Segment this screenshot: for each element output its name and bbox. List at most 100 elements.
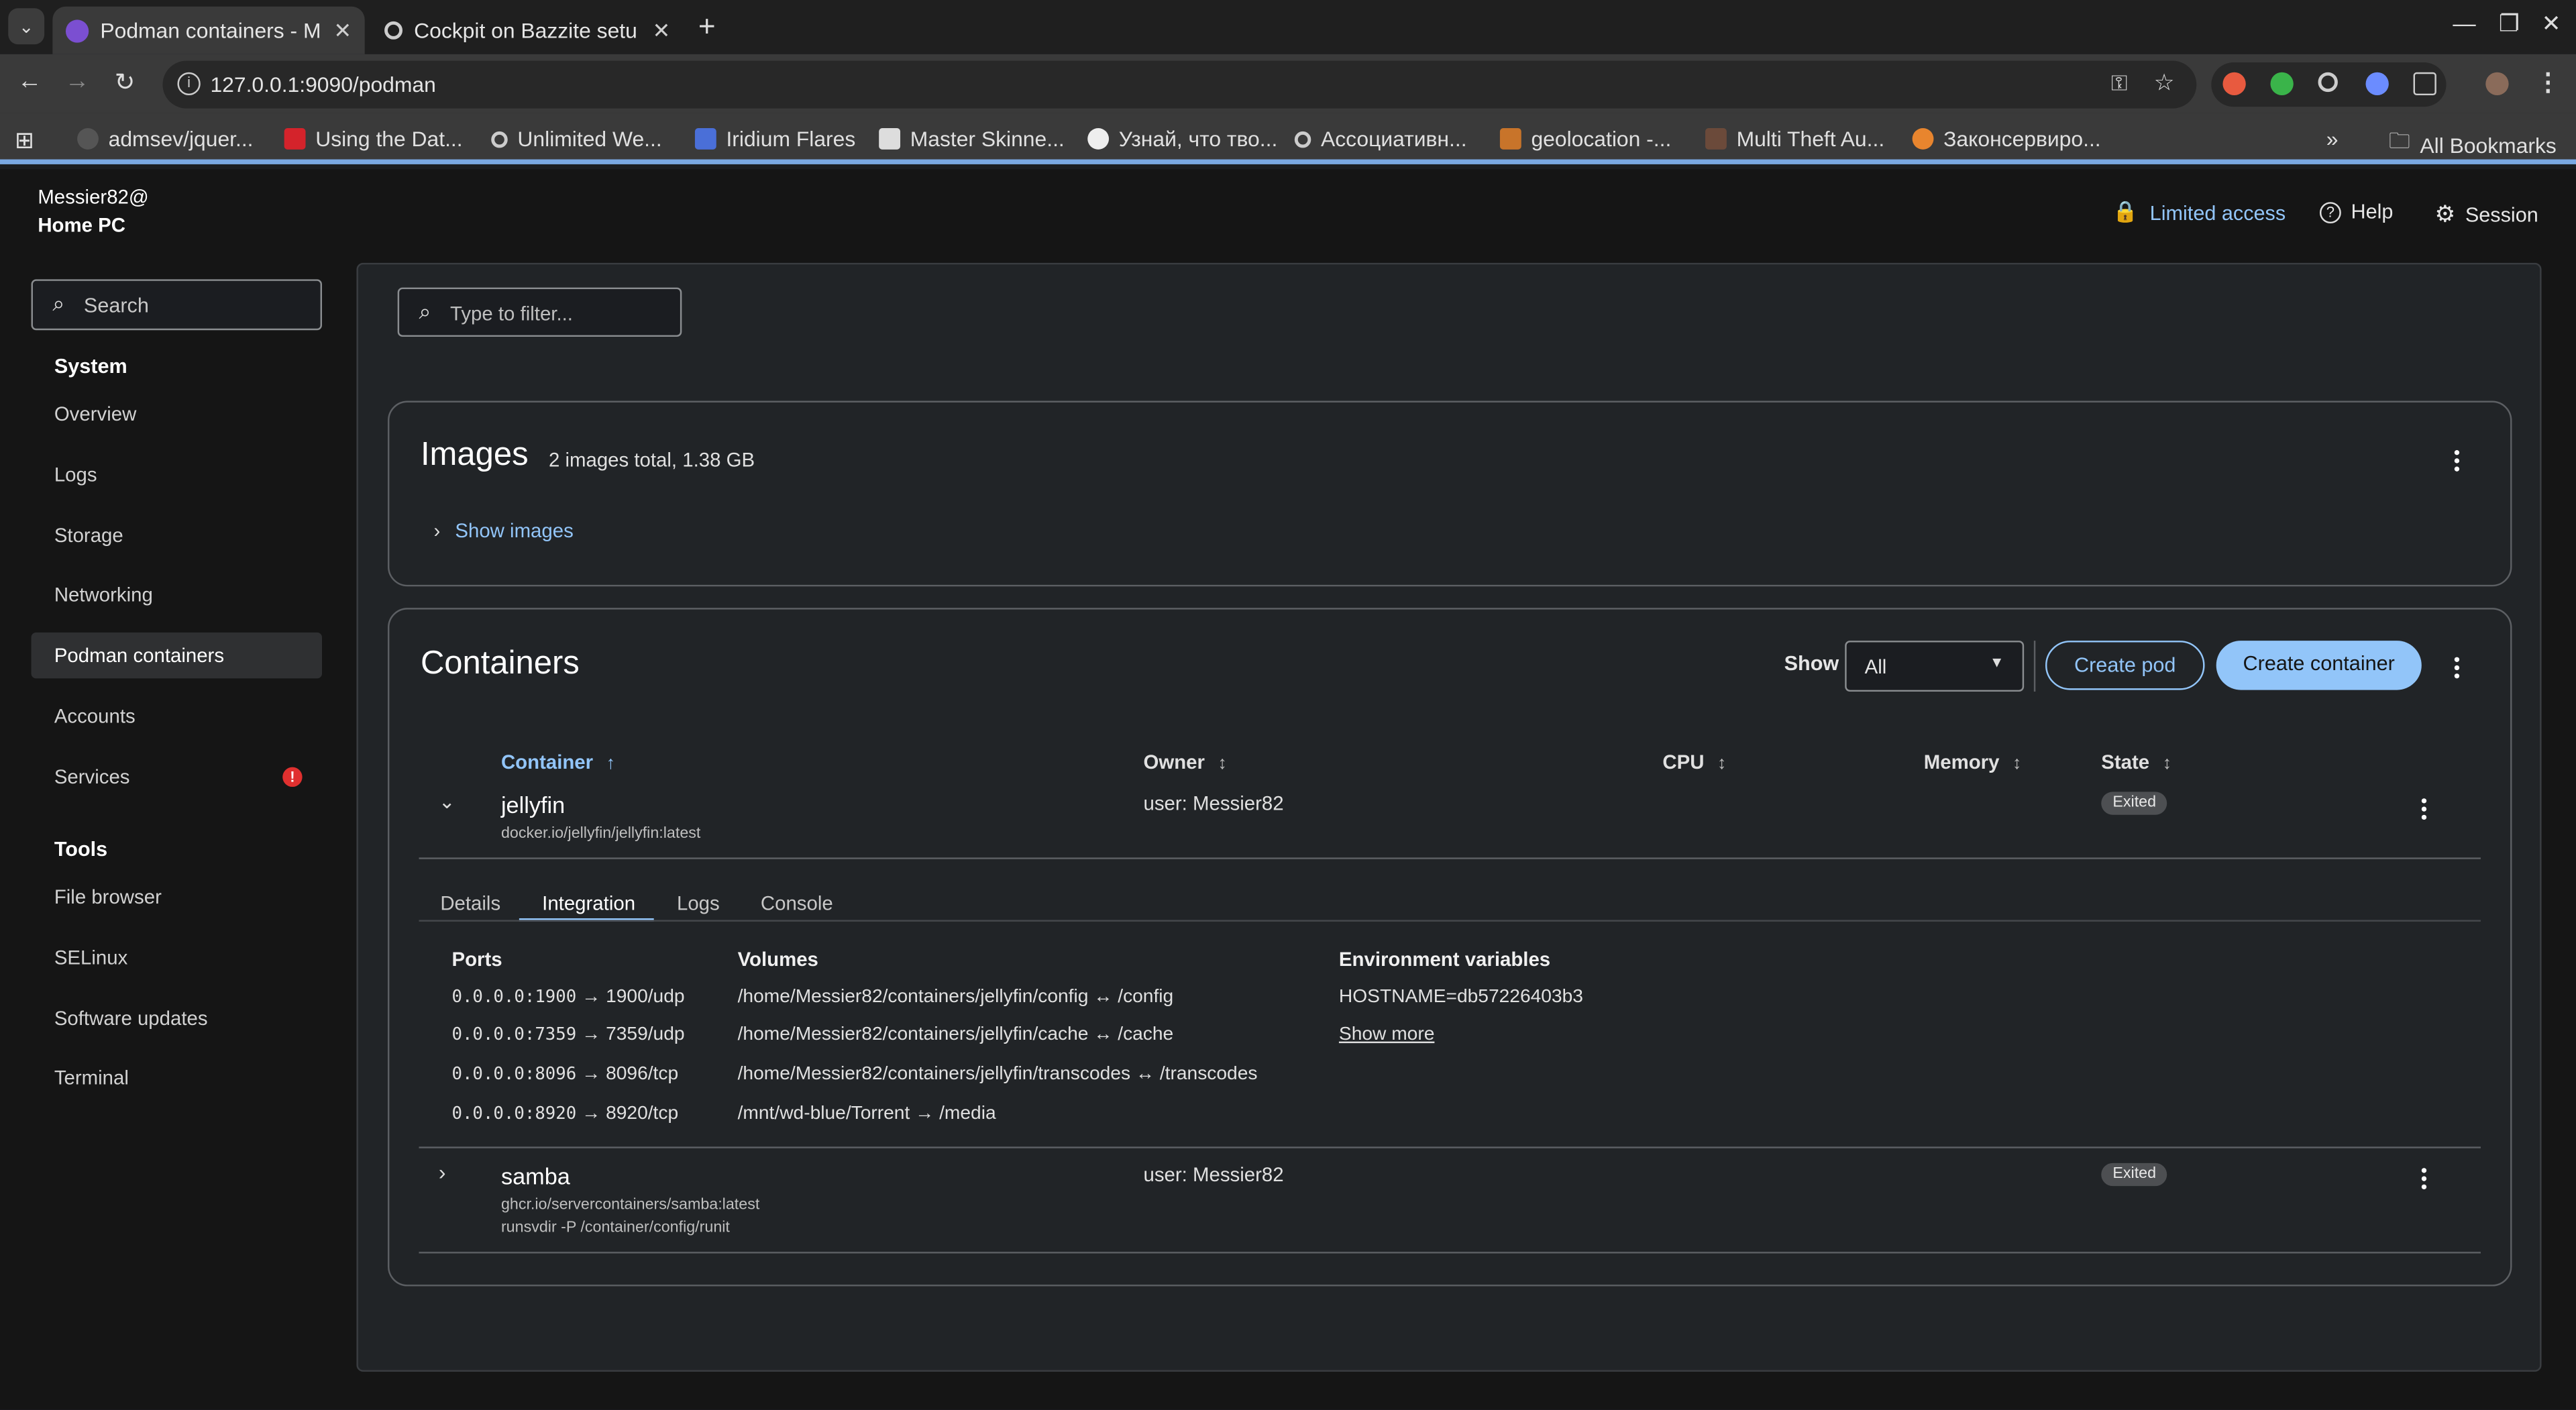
sidebar-item-overview[interactable]: Overview — [32, 391, 322, 437]
bookmark-favicon-icon — [879, 128, 901, 150]
more-bookmarks-chevron-icon[interactable]: » — [2326, 127, 2339, 152]
host-switcher[interactable]: Messier82@ Home PC — [38, 184, 148, 239]
port-mapping: 0.0.0.0:1900 → 1900/udp — [451, 987, 685, 1008]
row-kebab-menu-icon[interactable] — [2415, 1168, 2431, 1193]
browser-menu-icon[interactable]: ⋮ — [2532, 67, 2565, 97]
tab-logs[interactable]: Logs — [677, 892, 720, 915]
help-button[interactable]: ? Help — [2319, 201, 2393, 223]
tab-cockpit-bazzite[interactable]: Cockpit on Bazzite setu ✕ — [371, 7, 683, 54]
target-extension-icon[interactable] — [2318, 72, 2338, 93]
close-tab-icon[interactable]: ✕ — [333, 18, 352, 44]
container-image: docker.io/jellyfin/jellyfin:latest — [500, 824, 701, 843]
create-pod-button[interactable]: Create pod — [2045, 641, 2205, 690]
bookmark-item[interactable]: Законсервиро... — [1912, 127, 2101, 151]
all-bookmarks[interactable]: 🗀 All Bookmarks — [2389, 127, 2557, 163]
forward-arrow-icon[interactable]: → — [61, 67, 94, 95]
show-images-toggle[interactable]: › Show images — [434, 519, 574, 542]
create-container-button[interactable]: Create container — [2216, 641, 2422, 690]
apps-grid-icon[interactable]: ⊞ — [15, 127, 34, 155]
restore-icon[interactable]: ❐ — [2499, 10, 2520, 38]
bookmark-star-icon[interactable]: ☆ — [2154, 69, 2175, 97]
tab-console[interactable]: Console — [761, 892, 833, 915]
bookmark-item[interactable]: geolocation -... — [1499, 127, 1671, 151]
bookmark-item[interactable]: Unlimited We... — [491, 127, 662, 151]
column-header-owner[interactable]: Owner ↕ — [1143, 751, 1227, 773]
tab-details[interactable]: Details — [440, 892, 500, 915]
bookmark-item[interactable]: Master Skinne... — [879, 127, 1065, 151]
address-bar[interactable]: i 127.0.0.1:9090/podman ⚿ ☆ — [162, 60, 2197, 109]
sidebar-item-logs[interactable]: Logs — [32, 451, 322, 498]
containers-title: Containers — [420, 645, 580, 682]
env-heading: Environment variables — [1338, 948, 1551, 971]
volume-mapping: /home/Messier82/containers/jellyfin/tran… — [737, 1064, 1258, 1085]
bookmark-item[interactable]: Iridium Flares — [694, 127, 855, 151]
bookmark-favicon-icon — [694, 128, 716, 150]
sidebar-item-file-browser[interactable]: File browser — [32, 874, 322, 920]
limited-access-button[interactable]: 🔒 Limited access — [2112, 201, 2286, 225]
caret-down-icon: ▼ — [1989, 653, 2004, 671]
show-filter-select[interactable]: All ▼ — [1845, 641, 2025, 692]
back-arrow-icon[interactable]: ← — [13, 67, 46, 95]
volume-mapping: /mnt/wd-blue/Torrent → /media — [737, 1103, 996, 1124]
filter-input[interactable]: ⌕ Type to filter... — [397, 287, 682, 337]
sidebar-item-services[interactable]: Services ! — [32, 754, 322, 800]
profile-avatar[interactable] — [2485, 72, 2509, 96]
container-name-jellyfin[interactable]: jellyfin — [501, 792, 565, 818]
new-tab-plus-icon[interactable]: + — [698, 10, 716, 44]
sidebar-search-input[interactable]: ⌕ Search — [31, 279, 323, 331]
column-header-container[interactable]: Container ↑ — [501, 751, 615, 773]
minimize-icon[interactable]: — — [2453, 10, 2475, 36]
chevron-right-icon: › — [433, 519, 441, 543]
bookmark-item[interactable]: Multi Theft Au... — [1705, 127, 1884, 151]
extension-icon[interactable] — [2365, 72, 2389, 96]
tab-integration[interactable]: Integration — [542, 892, 635, 915]
status-badge: Exited — [2101, 1162, 2168, 1187]
sidebar-item-podman-containers[interactable]: Podman containers — [31, 632, 323, 679]
column-header-memory[interactable]: Memory ↕ — [1924, 751, 2022, 773]
container-name-samba[interactable]: samba — [501, 1163, 570, 1189]
bookmark-item[interactable]: Using the Dat... — [284, 127, 463, 151]
sidebar-item-selinux[interactable]: SELinux — [32, 934, 322, 981]
bookmark-item[interactable]: Узнай, что тво... — [1087, 127, 1277, 151]
key-icon[interactable]: ⚿ — [2111, 70, 2127, 97]
sidebar-item-terminal[interactable]: Terminal — [32, 1054, 322, 1101]
reload-icon[interactable]: ↻ — [109, 67, 142, 97]
puzzle-extensions-icon[interactable] — [2413, 72, 2436, 96]
sidebar-item-networking[interactable]: Networking — [32, 572, 322, 618]
images-kebab-menu-icon[interactable] — [2448, 450, 2464, 475]
tab-podman-containers[interactable]: Podman containers - M ✕ — [52, 6, 365, 54]
help-icon: ? — [2319, 201, 2341, 223]
sidebar-item-storage[interactable]: Storage — [32, 512, 322, 559]
collapse-chevron-down-icon[interactable]: ⌄ — [439, 790, 455, 813]
sidebar-item-software-updates[interactable]: Software updates — [32, 995, 322, 1042]
bookmark-favicon-icon — [1087, 128, 1110, 150]
port-mapping: 0.0.0.0:8096 → 8096/tcp — [451, 1064, 679, 1085]
images-card: Images 2 images total, 1.38 GB › Show ima… — [387, 400, 2512, 587]
containers-kebab-menu-icon[interactable] — [2448, 657, 2464, 682]
shield-extension-icon[interactable] — [2270, 72, 2294, 96]
tab-title: Podman containers - M — [100, 17, 321, 43]
row-divider — [419, 857, 2481, 859]
show-more-link[interactable]: Show more — [1339, 1025, 1434, 1044]
main-content: ⌕ Type to filter... Images 2 images tota… — [356, 262, 2542, 1372]
column-header-state[interactable]: State ↕ — [2101, 751, 2171, 773]
expand-chevron-right-icon[interactable]: › — [439, 1160, 446, 1185]
close-window-icon[interactable]: ✕ — [2542, 10, 2561, 38]
bookmark-item[interactable]: admsev/jquer... — [77, 127, 254, 151]
bookmark-item[interactable]: Ассоциативн... — [1294, 127, 1467, 151]
nav-heading-system: System — [54, 354, 127, 378]
row-kebab-menu-icon[interactable] — [2415, 798, 2431, 823]
sidebar-item-accounts[interactable]: Accounts — [32, 693, 322, 739]
sort-ascending-icon: ↑ — [606, 754, 616, 774]
tab-search-icon[interactable]: ⌄ — [8, 8, 45, 45]
session-button[interactable]: ⚙ Session — [2434, 201, 2538, 229]
env-variable: HOSTNAME=db57226403b3 — [1338, 987, 1583, 1008]
browser-toolbar: ← → ↻ i 127.0.0.1:9090/podman ⚿ ☆ ⋮ — [0, 54, 2576, 113]
extension-icon[interactable] — [2222, 72, 2246, 96]
status-badge: Exited — [2101, 792, 2168, 815]
host-machine: Home PC — [38, 213, 125, 237]
show-label: Show — [1784, 652, 1839, 675]
close-tab-icon[interactable]: ✕ — [652, 18, 670, 44]
site-info-icon[interactable]: i — [177, 72, 201, 96]
column-header-cpu[interactable]: CPU ↕ — [1662, 751, 1726, 773]
